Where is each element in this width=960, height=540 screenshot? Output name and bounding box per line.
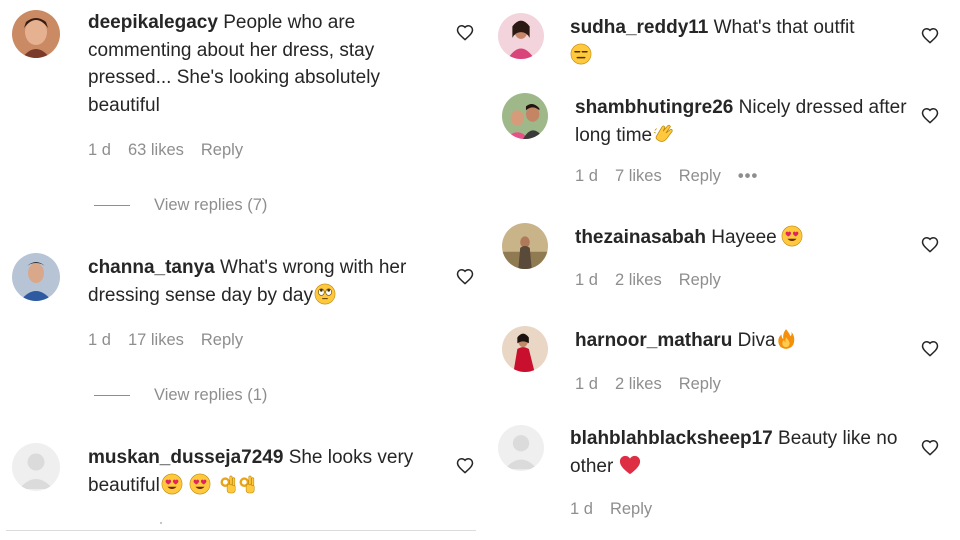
comment-text: sudha_reddy11 What's that outfit — [570, 14, 920, 69]
clapping-hands-emoji-icon — [653, 123, 675, 145]
reply-button[interactable]: Reply — [201, 141, 243, 160]
username-link[interactable]: channa_tanya — [88, 257, 215, 278]
comment-meta: 1 d 2 likes Reply — [575, 375, 738, 394]
comment-text: muskan_dusseja7249 She looks very beauti… — [88, 444, 428, 499]
comment-text: shambhutingre26 Nicely dressed after lon… — [575, 94, 925, 149]
avatar[interactable] — [12, 253, 60, 301]
username-link[interactable]: sudha_reddy11 — [570, 17, 708, 38]
comment-meta: 1 d 17 likes Reply — [88, 331, 260, 350]
avatar[interactable] — [502, 93, 548, 139]
username-link[interactable]: blahblahblacksheep17 — [570, 428, 773, 449]
avatar-placeholder[interactable] — [12, 443, 60, 491]
red-heart-emoji-icon — [619, 454, 641, 476]
avatar[interactable] — [502, 326, 548, 372]
fire-emoji-icon — [777, 328, 795, 350]
comment-meta: 1 d Reply — [570, 500, 669, 519]
comment-time: 1 d — [575, 167, 598, 185]
scroll-dot — [160, 522, 162, 524]
comment-meta: 1 d 7 likes Reply ••• — [575, 167, 775, 186]
heart-eyes-emoji-icon — [161, 473, 183, 495]
comment-time: 1 d — [575, 271, 598, 289]
rolling-eyes-emoji-icon — [314, 283, 336, 305]
username-link[interactable]: shambhutingre26 — [575, 97, 733, 118]
comment-time: 1 d — [88, 141, 111, 159]
comment-likes[interactable]: 2 likes — [615, 375, 662, 394]
like-heart-icon[interactable] — [921, 439, 939, 456]
avatar[interactable] — [502, 223, 548, 269]
username-link[interactable]: thezainasabah — [575, 227, 706, 248]
comment-likes[interactable]: 63 likes — [128, 141, 184, 160]
replies-divider-line — [94, 395, 130, 396]
view-replies-button[interactable]: View replies (7) — [94, 196, 267, 215]
comment-text: channa_tanya What's wrong with her dress… — [88, 254, 428, 309]
bottom-divider — [6, 530, 476, 531]
username-link[interactable]: muskan_dusseja7249 — [88, 447, 283, 468]
avatar[interactable] — [498, 13, 544, 59]
avatar[interactable] — [12, 10, 60, 58]
replies-divider-line — [94, 205, 130, 206]
like-heart-icon[interactable] — [921, 107, 939, 124]
comment-time: 1 d — [575, 375, 598, 393]
comment-body: Diva — [737, 330, 776, 351]
comment-text: thezainasabah Hayeee — [575, 224, 915, 252]
like-heart-icon[interactable] — [921, 340, 939, 357]
comment-body: Hayeee — [711, 227, 777, 248]
comment-text: harnoor_matharu Diva — [575, 327, 915, 355]
like-heart-icon[interactable] — [456, 457, 474, 474]
like-heart-icon[interactable] — [456, 24, 474, 41]
ok-hand-emoji-icon — [219, 473, 237, 495]
reply-button[interactable]: Reply — [201, 331, 243, 350]
comment-time: 1 d — [88, 331, 111, 349]
heart-eyes-emoji-icon — [781, 225, 803, 247]
username-link[interactable]: harnoor_matharu — [575, 330, 732, 351]
comment-time: 1 d — [570, 500, 593, 518]
ok-hand-emoji-icon — [238, 473, 256, 495]
expressionless-emoji-icon — [570, 43, 592, 65]
comment-likes[interactable]: 2 likes — [615, 271, 662, 290]
like-heart-icon[interactable] — [921, 236, 939, 253]
like-heart-icon[interactable] — [921, 27, 939, 44]
comment-text: deepikalegacy People who are commenting … — [88, 9, 428, 119]
view-replies-label[interactable]: View replies (1) — [154, 386, 267, 405]
reply-button[interactable]: Reply — [679, 271, 721, 290]
comment-meta: 1 d 63 likes Reply — [88, 141, 260, 160]
username-link[interactable]: deepikalegacy — [88, 12, 218, 33]
comment-body: What's that outfit — [713, 17, 855, 38]
comments-column-right: sudha_reddy11 What's that outfit shambhu… — [484, 0, 960, 540]
reply-button[interactable]: Reply — [679, 167, 721, 186]
more-options-button[interactable]: ••• — [738, 167, 758, 186]
reply-button[interactable]: Reply — [679, 375, 721, 394]
comment-likes[interactable]: 17 likes — [128, 331, 184, 350]
comment-meta: 1 d 2 likes Reply — [575, 271, 738, 290]
comment-likes[interactable]: 7 likes — [615, 167, 662, 186]
reply-button[interactable]: Reply — [610, 500, 652, 519]
comment-text: blahblahblacksheep17 Beauty like no othe… — [570, 425, 920, 480]
view-replies-label[interactable]: View replies (7) — [154, 196, 267, 215]
view-replies-button[interactable]: View replies (1) — [94, 386, 267, 405]
avatar-placeholder[interactable] — [498, 425, 544, 471]
like-heart-icon[interactable] — [456, 268, 474, 285]
comments-column-left: deepikalegacy People who are commenting … — [0, 0, 480, 540]
heart-eyes-emoji-icon — [189, 473, 211, 495]
